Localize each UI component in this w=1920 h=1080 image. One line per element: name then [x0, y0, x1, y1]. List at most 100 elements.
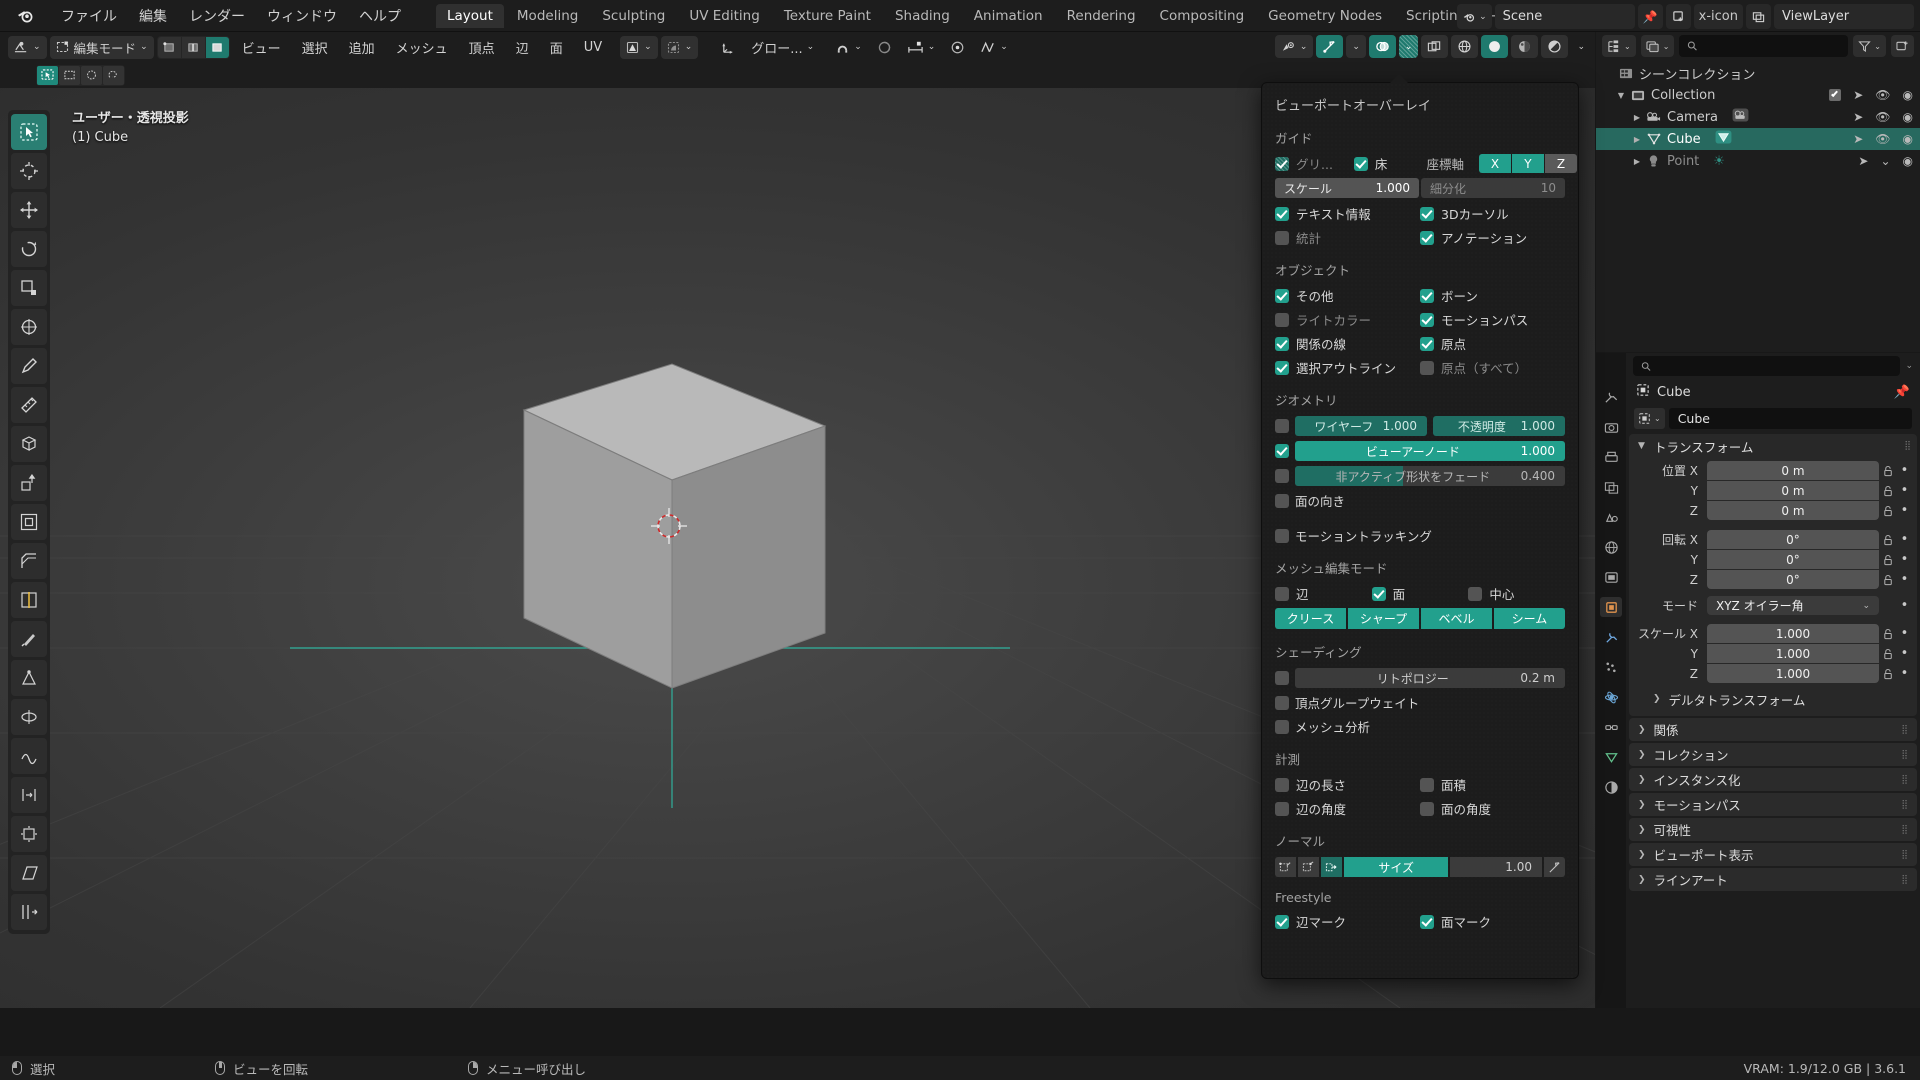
panel-grip[interactable]: ⣿ [1901, 850, 1909, 860]
shading-material-icon[interactable] [1511, 35, 1539, 58]
axis-y-toggle[interactable]: Y [1511, 154, 1544, 173]
properties-tab-render[interactable] [1600, 417, 1622, 437]
mirror-options-icon[interactable]: ⌄ [974, 36, 1014, 59]
location-x-value[interactable]: 0 m [1707, 461, 1879, 480]
spin-tool[interactable] [11, 699, 47, 735]
filter-id-icon[interactable]: ⌄ [1640, 35, 1675, 57]
properties-tab-collection[interactable] [1600, 567, 1622, 587]
hide-icon[interactable]: 👁 [1875, 110, 1890, 124]
mode-selector[interactable]: 編集モード ⌄ [49, 35, 154, 59]
object-type-visibility-icon[interactable]: ⌄ [1274, 35, 1314, 58]
tweak-tool[interactable] [11, 114, 47, 150]
mesh-edge-row[interactable]: 辺 [1275, 584, 1372, 603]
location-z-value[interactable]: 0 m [1707, 501, 1879, 520]
properties-tab-constraints[interactable] [1600, 717, 1622, 737]
outliner-search-input[interactable] [1679, 35, 1849, 57]
edge-length-checkbox[interactable] [1275, 777, 1289, 792]
statistics-row[interactable]: 統計 [1275, 228, 1420, 247]
selectable-icon[interactable]: ➤ [1853, 132, 1863, 146]
gizmo-dropdown-icon[interactable]: ⌄ [1346, 35, 1366, 58]
tweak-select-tool-button[interactable] [37, 65, 58, 85]
pin-icon[interactable]: 📌 [1894, 385, 1910, 400]
lock-icon[interactable] [1879, 648, 1898, 660]
wireframe-slider[interactable]: ワイヤーフ 1.000 [1295, 416, 1427, 436]
split-normals-icon[interactable] [1298, 857, 1319, 877]
properties-tab-scene[interactable] [1600, 507, 1622, 527]
animate-dot-icon[interactable]: • [1898, 483, 1911, 498]
panel-instancing[interactable]: ❯ インスタンス化 ⣿ [1629, 768, 1917, 791]
panel-visibility[interactable]: ❯ 可視性 ⣿ [1629, 818, 1917, 841]
outline-selected-checkbox[interactable] [1275, 360, 1289, 375]
move-tool[interactable] [11, 192, 47, 228]
rotation-mode-dropdown[interactable]: XYZ オイラー角 ⌄ [1707, 596, 1879, 615]
freestyle-edge-marks-checkbox[interactable] [1275, 914, 1289, 929]
scale-z-value[interactable]: 1.000 [1707, 664, 1879, 683]
annotations-checkbox[interactable] [1420, 230, 1434, 245]
face-area-row[interactable]: 面積 [1420, 775, 1565, 794]
new-collection-icon[interactable] [1891, 35, 1914, 57]
edge-select-mode-button[interactable] [181, 36, 205, 58]
transform-orientation-dropdown[interactable]: グロー... ⌄ [745, 36, 820, 59]
motion-paths-row[interactable]: モーションパス [1420, 310, 1565, 329]
selectable-icon[interactable]: ➤ [1858, 154, 1868, 168]
mesh-analysis-checkbox[interactable] [1275, 719, 1289, 734]
light-colors-row[interactable]: ライトカラー [1275, 310, 1420, 329]
origins-all-row[interactable]: 原点（すべて） [1420, 358, 1565, 377]
expand-arrow-collection[interactable]: ▼ [1614, 91, 1628, 100]
hide-icon[interactable]: 👁 [1875, 88, 1890, 102]
statistics-checkbox[interactable] [1275, 230, 1289, 245]
lock-icon[interactable] [1879, 505, 1898, 517]
bones-checkbox[interactable] [1420, 288, 1434, 303]
mesh-data-icon[interactable] [1715, 130, 1732, 148]
smooth-tool[interactable] [11, 738, 47, 774]
menu-help[interactable]: ヘルプ [348, 3, 412, 29]
animate-dot-icon[interactable]: • [1898, 532, 1911, 547]
edge-slide-tool[interactable] [11, 777, 47, 813]
add-cube-tool[interactable] [11, 426, 47, 462]
proportional-edit-icon[interactable] [871, 36, 898, 59]
workspace-tab-layout[interactable]: Layout [436, 3, 504, 28]
face-orientation-checkbox[interactable] [1275, 493, 1289, 508]
cursor-3d-checkbox[interactable] [1420, 206, 1434, 221]
inset-faces-tool[interactable] [11, 504, 47, 540]
editor-type-icon[interactable]: ⌄ [8, 35, 47, 59]
face-area-checkbox[interactable] [1420, 777, 1434, 792]
freestyle-face-marks-checkbox[interactable] [1420, 914, 1434, 929]
lock-icon[interactable] [1879, 628, 1898, 640]
transform-orientation-icon[interactable] [715, 36, 742, 59]
mesh-edge-checkbox[interactable] [1275, 586, 1289, 601]
workspace-tab-texture-paint[interactable]: Texture Paint [773, 4, 882, 28]
properties-search-field[interactable] [1657, 360, 1893, 372]
rotation-z-value[interactable]: 0° [1707, 570, 1879, 589]
panel-line-art[interactable]: ❯ ラインアート ⣿ [1629, 868, 1917, 891]
outliner-row-scene-collection[interactable]: シーンコレクション [1596, 62, 1920, 84]
gizmo-icon[interactable] [1316, 35, 1344, 58]
mesh-face-checkbox[interactable] [1371, 586, 1386, 601]
box-select-tool-button[interactable] [59, 65, 80, 85]
render-icon[interactable]: ◉ [1903, 110, 1913, 124]
rotation-y-value[interactable]: 0° [1707, 550, 1879, 569]
cursor-3d-row[interactable]: 3Dカーソル [1420, 204, 1565, 223]
panel-grip[interactable]: ⣿ [1904, 441, 1912, 451]
view-layer-name-field[interactable]: ViewLayer [1774, 4, 1914, 29]
panel-grip[interactable]: ⣿ [1901, 875, 1909, 885]
blender-logo-icon[interactable] [14, 5, 36, 27]
falloff-icon[interactable]: ⌄ [901, 36, 942, 59]
edge-angle-checkbox[interactable] [1275, 801, 1289, 816]
viewer-node-slider[interactable]: ビューアーノード 1.000 [1295, 441, 1565, 461]
loop-cut-tool[interactable] [11, 582, 47, 618]
scene-selector-icon[interactable]: ⌄ [1457, 4, 1492, 29]
overlays-dropdown-icon[interactable]: ⌄ [1398, 35, 1419, 58]
delete-scene-icon[interactable]: x-icon [1693, 4, 1743, 29]
normals-size-value-field[interactable]: 1.00 [1450, 857, 1542, 877]
vertex-group-weights-row[interactable]: 頂点グループウェイト [1275, 693, 1565, 712]
freestyle-edge-marks-row[interactable]: 辺マーク [1275, 912, 1420, 931]
viewport-menu-uv[interactable]: UV [575, 37, 611, 58]
outliner-row-point[interactable]: ▶ Point ☀ ➤ ⌄ ◉ [1596, 150, 1920, 172]
location-y-value[interactable]: 0 m [1707, 481, 1879, 500]
bevel-tool[interactable] [11, 543, 47, 579]
outliner-row-camera[interactable]: ▶ Camera ➤ 👁 ◉ [1596, 106, 1920, 128]
funnel-icon[interactable]: ⌄ [1853, 35, 1886, 57]
edge-length-row[interactable]: 辺の長さ [1275, 775, 1420, 794]
cursor-tool[interactable] [11, 153, 47, 189]
